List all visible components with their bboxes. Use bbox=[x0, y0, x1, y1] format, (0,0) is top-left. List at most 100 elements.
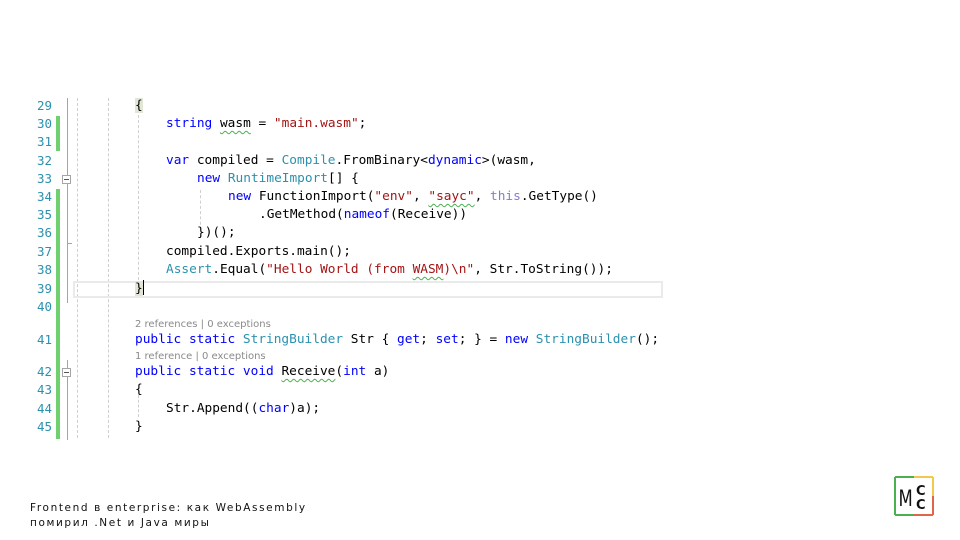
line-number: 31 bbox=[36, 134, 52, 149]
slide-footer: Frontend в enterprise: как WebAssembly п… bbox=[30, 501, 307, 531]
type-token: Assert bbox=[166, 262, 213, 277]
code-line-43[interactable]: { bbox=[135, 381, 143, 399]
line-number: 37 bbox=[36, 244, 52, 259]
line-number: 42 bbox=[36, 364, 52, 379]
code-line-29[interactable]: { bbox=[135, 97, 143, 115]
outline-line bbox=[67, 98, 68, 303]
footer-title-line-1: Frontend в enterprise: как WebAssembly bbox=[30, 502, 307, 514]
keyword-token: static bbox=[188, 332, 236, 347]
logo-letter-c-top: C bbox=[916, 484, 926, 499]
keyword-token: public bbox=[135, 364, 182, 379]
code-line-34[interactable]: new FunctionImport("env", "sayc", this.G… bbox=[228, 188, 598, 206]
keyword-token: var bbox=[166, 153, 190, 168]
punct-token: ; } = bbox=[458, 332, 505, 347]
brace-token: } bbox=[135, 281, 143, 296]
line-number: 33 bbox=[36, 171, 52, 186]
operator-token: = bbox=[250, 116, 274, 131]
punct-token: ; bbox=[358, 116, 367, 131]
text-token: [] { bbox=[328, 171, 359, 186]
text-token: (); bbox=[635, 332, 660, 347]
text-token: .GetMethod( bbox=[259, 207, 344, 222]
text-token: compiled = bbox=[189, 153, 282, 168]
string-token: "Hello World (from bbox=[266, 262, 413, 277]
type-token: Compile bbox=[281, 153, 336, 168]
string-token: )\n" bbox=[443, 262, 475, 277]
code-line-38[interactable]: Assert.Equal("Hello World (from WASM)\n"… bbox=[166, 261, 613, 279]
collapse-icon[interactable] bbox=[62, 175, 71, 184]
brace-token: } bbox=[135, 419, 143, 434]
line-number: 45 bbox=[36, 419, 52, 434]
text-token: (Receive)) bbox=[389, 207, 468, 222]
text-token: Str.Append(( bbox=[166, 401, 259, 416]
current-line-highlight bbox=[73, 281, 663, 298]
string-token: "env" bbox=[374, 189, 413, 204]
punct-token: , bbox=[412, 189, 429, 204]
string-token: WASM bbox=[412, 262, 444, 277]
keyword-token: public bbox=[135, 332, 182, 347]
string-token: "sayc" bbox=[428, 189, 475, 204]
keyword-token: string bbox=[166, 116, 213, 131]
variable-token: wasm bbox=[219, 116, 251, 131]
brace-token: { bbox=[135, 98, 143, 113]
keyword-token: nameof bbox=[343, 207, 390, 222]
type-token: RuntimeImport bbox=[227, 171, 329, 186]
code-line-41[interactable]: public static StringBuilder Str { get; s… bbox=[135, 331, 659, 349]
keyword-token: this bbox=[490, 189, 521, 204]
line-number: 36 bbox=[36, 225, 52, 240]
code-editor: 29 30 31 32 33 34 35 36 37 38 39 40 41 4… bbox=[0, 0, 960, 540]
code-line-33[interactable]: new RuntimeImport[] { bbox=[197, 170, 359, 188]
keyword-token: new bbox=[228, 189, 252, 204]
text-token: })(); bbox=[197, 225, 236, 240]
line-number: 38 bbox=[36, 262, 52, 277]
method-name-token: Receive bbox=[281, 364, 336, 379]
code-line-36[interactable]: })(); bbox=[197, 224, 236, 242]
code-line-39[interactable]: } bbox=[135, 280, 144, 298]
indent-guide bbox=[138, 115, 139, 285]
footer-title-line-2: помирил .Net и Java миры bbox=[30, 517, 211, 529]
outline-tick bbox=[67, 243, 72, 244]
line-number: 44 bbox=[36, 401, 52, 416]
logo-letter-c-bottom: C bbox=[916, 498, 926, 513]
text-token: a) bbox=[366, 364, 390, 379]
keyword-token: get bbox=[397, 332, 421, 347]
text-token: Str { bbox=[343, 332, 398, 347]
line-number: 30 bbox=[36, 116, 52, 131]
code-line-30[interactable]: string wasm = "main.wasm"; bbox=[166, 115, 366, 133]
text-token: .GetType() bbox=[520, 189, 598, 204]
text-caret bbox=[142, 280, 144, 295]
keyword-token: new bbox=[504, 332, 529, 347]
change-indicator bbox=[56, 189, 60, 439]
keyword-token: void bbox=[242, 364, 274, 379]
collapse-icon[interactable] bbox=[62, 368, 71, 377]
line-number: 35 bbox=[36, 207, 52, 222]
code-line-44[interactable]: Str.Append((char)a); bbox=[166, 400, 320, 418]
indent-guide bbox=[77, 98, 78, 438]
line-number: 32 bbox=[36, 153, 52, 168]
code-line-32[interactable]: var compiled = Compile.FromBinary<dynami… bbox=[166, 152, 536, 170]
keyword-token: static bbox=[188, 364, 236, 379]
code-line-35[interactable]: .GetMethod(nameof(Receive)) bbox=[259, 206, 467, 224]
line-number: 34 bbox=[36, 189, 52, 204]
type-token: StringBuilder bbox=[535, 332, 636, 347]
code-line-37[interactable]: compiled.Exports.main(); bbox=[166, 243, 351, 261]
mcc-logo: M C C bbox=[894, 476, 934, 516]
type-token: StringBuilder bbox=[242, 332, 344, 347]
keyword-token: int bbox=[343, 364, 367, 379]
punct-token: , bbox=[474, 189, 491, 204]
keyword-token: dynamic bbox=[427, 153, 482, 168]
text-token: compiled.Exports.main(); bbox=[166, 244, 351, 259]
codelens-references[interactable]: 2 references | 0 exceptions bbox=[135, 319, 271, 331]
brace-token: { bbox=[135, 382, 143, 397]
text-token: , Str.ToString()); bbox=[474, 262, 613, 277]
code-line-42[interactable]: public static void Receive(int a) bbox=[135, 363, 389, 381]
punct-token: ; bbox=[420, 332, 436, 347]
logo-letter-m: M bbox=[899, 486, 913, 512]
line-number: 43 bbox=[36, 382, 52, 397]
change-indicator bbox=[56, 116, 60, 151]
code-line-45[interactable]: } bbox=[135, 418, 143, 436]
indent-guide bbox=[108, 98, 109, 438]
text-token: FunctionImport( bbox=[251, 189, 375, 204]
codelens-references[interactable]: 1 reference | 0 exceptions bbox=[135, 351, 266, 363]
string-token: "main.wasm" bbox=[273, 116, 359, 131]
